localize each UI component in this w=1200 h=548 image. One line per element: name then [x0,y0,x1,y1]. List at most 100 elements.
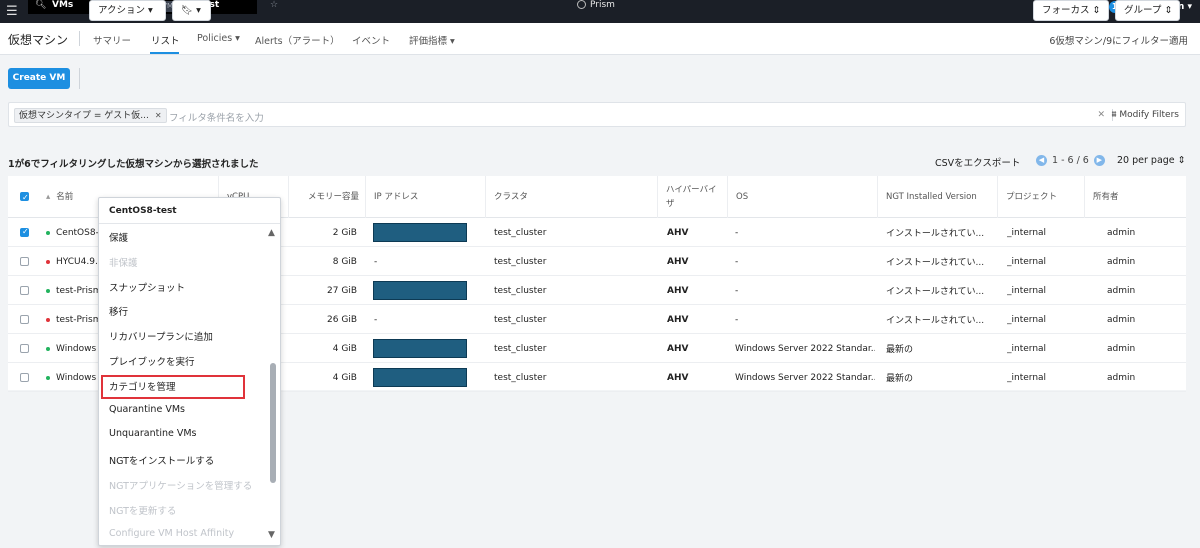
create-vm-button[interactable]: Create VM [8,68,70,89]
active-tab-indicator [150,52,179,54]
memory-cell: 4 GiB [332,343,357,354]
vm-name-link[interactable]: test-Prism [56,286,101,296]
vm-name-link[interactable]: Windows [56,373,96,383]
vm-name-link[interactable]: CentOS8- [56,228,99,238]
memory-cell: 27 GiB [327,285,357,296]
menu-item[interactable]: 移行 [109,304,128,318]
cluster-cell[interactable]: test_cluster [494,247,644,276]
ngt-cell: インストールされてい... [886,287,985,297]
scrollbar-thumb[interactable] [270,363,276,483]
vm-name-cell[interactable]: Windows [46,334,106,363]
row-checkbox[interactable] [20,286,29,295]
vm-name-cell[interactable]: CentOS8- [46,218,106,247]
col-cluster[interactable]: クラスタ [485,176,657,218]
row-checkbox[interactable] [20,315,29,324]
vm-name-link[interactable]: HYCU4.9. [56,257,98,267]
hypervisor-cell: AHV [667,372,689,383]
select-all-checkbox[interactable] [20,191,29,205]
tab-events[interactable]: イベント [352,33,390,47]
memory-cell: 8 GiB [332,256,357,267]
focus-dropdown[interactable]: フォーカス ⇕ [1033,0,1109,21]
tab-policies[interactable]: Policies ▾ [197,33,240,44]
menu-item[interactable]: 保護 [109,230,128,244]
vm-name-cell[interactable]: Windows [46,363,106,392]
next-page-icon[interactable]: ▶ [1093,155,1105,166]
menu-item[interactable]: リカバリープランに追加 [109,329,213,343]
ip-cell [373,218,483,247]
highlight-box [101,375,245,399]
ip-cell: - [374,256,378,267]
menu-header: CentOS8-test [109,206,177,216]
ngt-cell: 最新の [886,345,914,355]
filter-icon: ⩩ [1111,110,1117,120]
status-dot-icon [46,230,50,235]
page-range: 1 - 6 / 6 [1052,155,1089,166]
chip-close-icon[interactable]: ✕ [155,111,162,120]
row-checkbox[interactable] [20,257,29,266]
tab-list[interactable]: リスト [151,33,180,47]
owner-cell: admin [1107,343,1136,354]
row-checkbox[interactable] [20,227,29,237]
tab-alerts[interactable]: Alerts（アラート） [255,33,340,47]
owner-cell: admin [1107,256,1136,267]
menu-item: NGTアプリケーションを管理する [109,481,253,492]
col-owner[interactable]: 所有者 [1084,176,1186,218]
app-name: Prism [577,0,615,10]
col-memory[interactable]: メモリー容量 [288,176,365,218]
ip-cell [373,363,483,392]
col-os[interactable]: OS [727,176,877,218]
menu-item[interactable]: Unquarantine VMs [109,428,197,439]
ngt-cell: インストールされてい... [886,258,985,268]
memory-cell: 26 GiB [327,314,357,325]
memory-cell: 2 GiB [332,227,357,238]
search-entity-label: VMs [52,0,74,10]
col-ngt[interactable]: NGT Installed Version [877,176,997,218]
menu-item[interactable]: プレイブックを実行 [109,354,195,368]
col-hypervisor[interactable]: ハイパーバイザ [657,176,727,218]
cluster-cell[interactable]: test_cluster [494,334,644,363]
cluster-cell[interactable]: test_cluster [494,218,644,247]
row-checkbox[interactable] [20,373,29,382]
cluster-cell[interactable]: test_cluster [494,363,644,392]
filter-input-placeholder[interactable]: フィルタ条件名を入力 [169,110,264,124]
vm-name-link[interactable]: Windows [56,344,96,354]
owner-cell: admin [1107,227,1136,238]
clear-filter-icon[interactable]: ✕ [1097,110,1105,120]
cluster-cell[interactable]: test_cluster [494,305,644,334]
hypervisor-cell: AHV [667,285,689,296]
filter-chip[interactable]: 仮想マシンタイプ = ゲスト仮... ✕ [14,108,167,123]
vm-name-cell[interactable]: test-Prism [46,305,106,334]
status-dot-icon [46,346,50,351]
scroll-up-icon[interactable]: ▲ [268,228,275,238]
owner-cell: admin [1107,372,1136,383]
filter-bar[interactable]: 仮想マシンタイプ = ゲスト仮... ✕ フィルタ条件名を入力 ✕ ⩩ Modif… [8,102,1186,127]
os-cell: - [735,227,739,238]
search-icon: 🔍︎ [35,0,47,10]
tab-summary[interactable]: サマリー [93,33,131,47]
actions-dropdown[interactable]: アクション ▾ [89,0,166,21]
menu-item[interactable]: Quarantine VMs [109,404,185,415]
menu-item[interactable]: スナップショット [109,280,185,294]
divider [99,223,280,224]
row-checkbox[interactable] [20,344,29,353]
cluster-cell[interactable]: test_cluster [494,276,644,305]
scroll-down-icon[interactable]: ▼ [268,530,275,540]
project-cell: _internal [1007,372,1047,383]
export-csv-link[interactable]: CSVをエクスポート [935,155,1020,169]
col-project[interactable]: プロジェクト [997,176,1084,218]
prev-page-icon[interactable]: ◀ [1036,155,1047,166]
per-page-select[interactable]: 20 per page ⇕ [1117,155,1186,166]
modify-filters-button[interactable]: ⩩ Modify Filters [1112,110,1179,120]
menu-item[interactable]: NGTをインストールする [109,453,214,467]
vm-name-cell[interactable]: HYCU4.9. [46,247,106,276]
star-icon[interactable]: ☆ [270,0,278,10]
group-dropdown[interactable]: グループ ⇕ [1115,0,1180,21]
project-cell: _internal [1007,343,1047,354]
col-ip[interactable]: IP アドレス [365,176,485,218]
tab-metrics[interactable]: 評価指標 ▾ [409,33,455,47]
hamburger-menu-icon[interactable]: ☰ [6,4,18,19]
os-cell: Windows Server 2022 Standar... [735,343,875,354]
bookmark-dropdown[interactable]: 🔖︎ ▾ [172,0,211,21]
vm-name-link[interactable]: test-Prism [56,315,101,325]
vm-name-cell[interactable]: test-Prism [46,276,106,305]
